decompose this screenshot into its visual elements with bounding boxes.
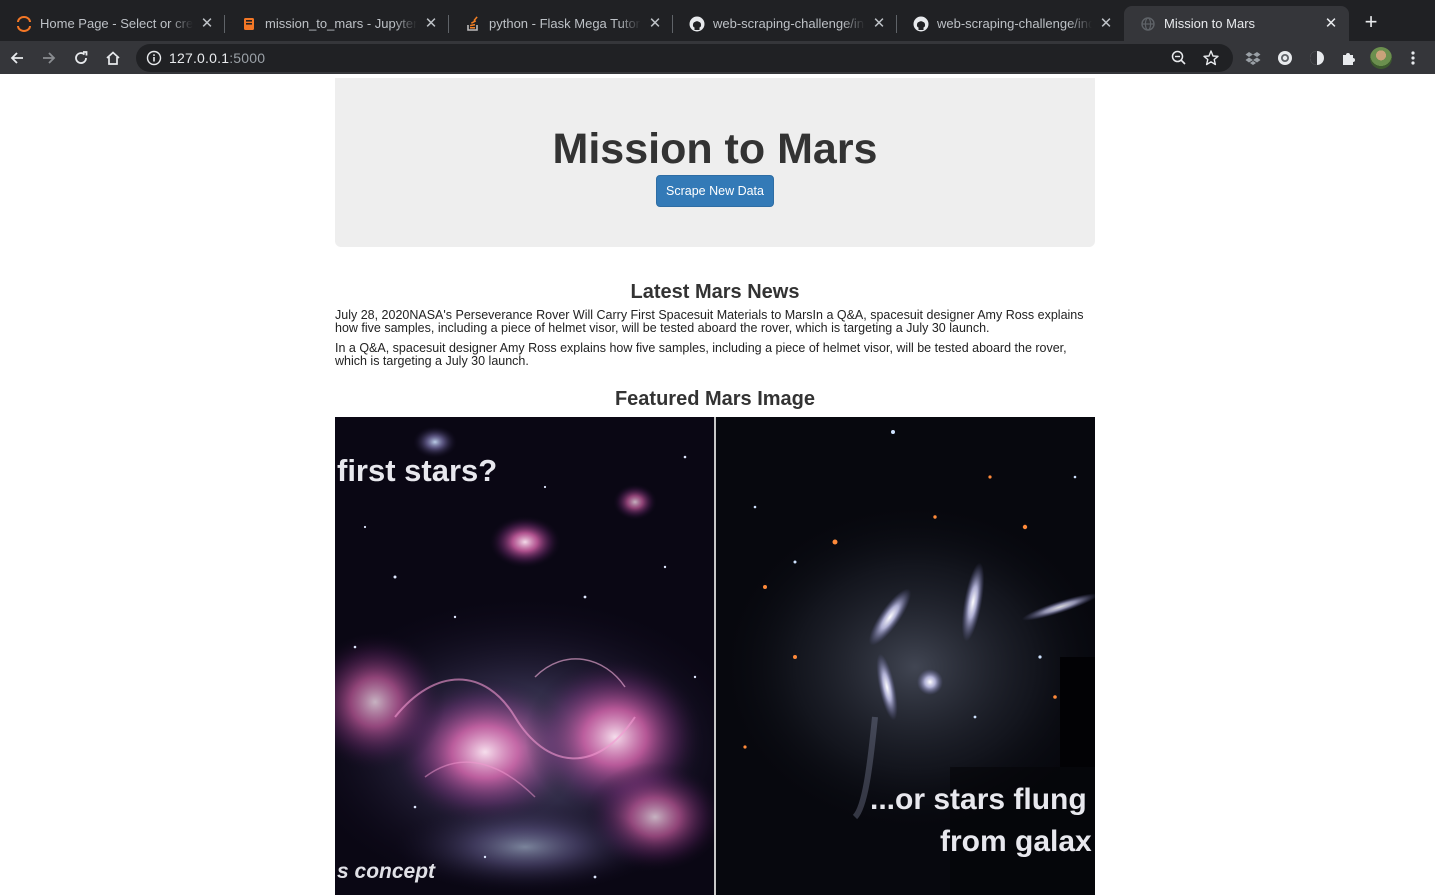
tab-title: python - Flask Mega Tutorial: [489, 16, 641, 31]
puzzle-piece-icon: [1343, 53, 1355, 65]
new-tab-button[interactable]: +: [1358, 10, 1384, 36]
featured-image-artwork: first stars? s concept ...or stars flung…: [335, 417, 1095, 895]
github-icon: [913, 16, 929, 32]
tab-strip: Home Page - Select or create a notebook …: [0, 0, 1435, 41]
bookmark-star-icon[interactable]: [1202, 49, 1220, 67]
jumbotron: Mission to Mars Scrape New Data: [335, 78, 1095, 247]
url-text: 127.0.0.1:5000: [169, 50, 265, 66]
browser-toolbar: 127.0.0.1:5000: [0, 41, 1435, 74]
dropbox-icon: [1245, 52, 1261, 65]
news-heading: Latest Mars News: [630, 281, 800, 303]
reload-icon: [75, 51, 88, 64]
news-paragraph: In a Q&A, spacesuit designer Amy Ross ex…: [335, 341, 1067, 368]
tab-title: web-scraping-challenge/index.html: [937, 16, 1092, 31]
close-tab-icon[interactable]: ✕: [1098, 15, 1114, 32]
home-button[interactable]: [100, 45, 126, 71]
tab-title: web-scraping-challenge/index.html: [713, 16, 865, 31]
jupyter-logo-icon: [16, 15, 32, 32]
tab-title: Mission to Mars: [1164, 16, 1256, 31]
site-info-icon[interactable]: [146, 50, 162, 66]
page-viewport: Mission to Mars Scrape New Data Latest M…: [0, 74, 1435, 895]
extensions-menu-button[interactable]: [1336, 45, 1362, 71]
tab-github-1[interactable]: web-scraping-challenge/index.html ✕: [673, 6, 897, 41]
close-tab-icon[interactable]: ✕: [423, 15, 439, 32]
url-host: 127.0.0.1: [169, 50, 230, 66]
image-caption-top: first stars?: [337, 453, 497, 488]
dropbox-extension-button[interactable]: [1240, 45, 1266, 71]
extension-button-2[interactable]: [1304, 45, 1330, 71]
close-tab-icon[interactable]: ✕: [1323, 15, 1339, 32]
page-title: Mission to Mars: [552, 125, 878, 173]
image-caption-right-1: ...or stars flung: [870, 783, 1087, 816]
close-tab-icon[interactable]: ✕: [647, 15, 663, 32]
news-title: July 28, 2020NASA's Perseverance Rover W…: [335, 308, 1084, 335]
address-bar[interactable]: 127.0.0.1:5000: [136, 44, 1233, 72]
image-caption-bottom: s concept: [337, 860, 436, 883]
profile-button[interactable]: [1368, 45, 1394, 71]
avatar: [1370, 47, 1392, 69]
zoom-out-icon[interactable]: [1170, 49, 1188, 67]
tab-title: mission_to_mars - Jupyter Notebook: [265, 16, 417, 31]
extension-button-1[interactable]: [1272, 45, 1298, 71]
stackoverflow-icon: [465, 15, 481, 32]
back-button[interactable]: [4, 45, 30, 71]
record-extension-icon: [1278, 51, 1292, 65]
notebook-icon: [241, 16, 257, 32]
tab-title: Home Page - Select or create a notebook: [40, 16, 193, 31]
back-arrow-icon: [10, 52, 23, 64]
tab-github-2[interactable]: web-scraping-challenge/index.html ✕: [897, 6, 1124, 41]
url-port: :5000: [229, 50, 266, 66]
close-tab-icon[interactable]: ✕: [199, 15, 215, 32]
forward-button[interactable]: [36, 45, 62, 71]
tab-jupyter-home[interactable]: Home Page - Select or create a notebook …: [0, 6, 225, 41]
image-caption-right-2: from galax: [940, 825, 1092, 858]
tab-mission-notebook[interactable]: mission_to_mars - Jupyter Notebook ✕: [225, 6, 449, 41]
globe-icon: [1140, 16, 1156, 32]
home-icon: [106, 51, 120, 65]
kebab-menu-icon: [1411, 51, 1415, 65]
forward-arrow-icon: [43, 52, 56, 64]
scrape-new-data-button[interactable]: Scrape New Data: [656, 175, 774, 207]
tab-mission-to-mars[interactable]: Mission to Mars ✕: [1124, 6, 1349, 41]
featured-mars-image: first stars? s concept ...or stars flung…: [335, 417, 1095, 895]
tab-stackoverflow[interactable]: python - Flask Mega Tutorial ✕: [449, 6, 673, 41]
featured-image-heading: Featured Mars Image: [614, 388, 816, 410]
browser-menu-button[interactable]: [1400, 45, 1426, 71]
reload-button[interactable]: [68, 45, 94, 71]
close-tab-icon[interactable]: ✕: [871, 15, 887, 32]
contrast-extension-icon: [1310, 51, 1324, 65]
github-icon: [689, 16, 705, 32]
